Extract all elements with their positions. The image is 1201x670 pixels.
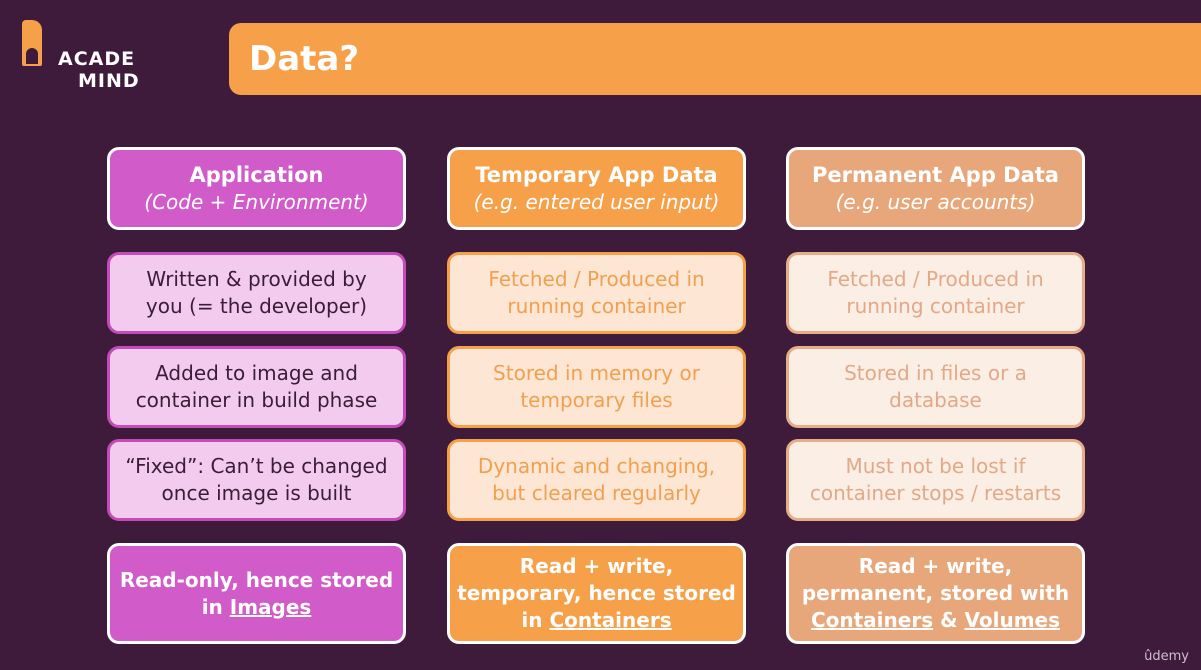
cell-line: container stops / restarts — [809, 481, 1062, 505]
cell-permanent-3: Must not be lost if container stops / re… — [786, 439, 1085, 521]
header-temporary-app-data: Temporary App Data (e.g. entered user in… — [447, 147, 746, 230]
footer-line: permanent, stored with — [801, 581, 1070, 605]
title-bar: Data? — [229, 23, 1201, 95]
cell-line: Fetched / Produced in — [488, 267, 705, 291]
cell-line: Stored in memory or — [493, 361, 700, 385]
footer-line: Read + write, — [519, 554, 674, 578]
volumes-link: Volumes — [964, 608, 1061, 632]
cell-line: running container — [846, 294, 1025, 318]
cell-line: you (= the developer) — [145, 294, 368, 318]
academind-logo: ACADE MIND — [22, 20, 152, 95]
footer-line: Read-only, hence stored — [119, 567, 394, 592]
logo-line1: ACADE — [58, 48, 136, 70]
cell-application-2: Added to image and container in build ph… — [107, 346, 406, 428]
containers-link: Containers — [549, 608, 672, 632]
containers-link: Containers — [810, 608, 934, 632]
footer-line: in Images — [202, 594, 312, 621]
cell-line: but cleared regularly — [492, 481, 701, 505]
footer-text: in — [201, 594, 230, 619]
header-subtitle: (e.g. entered user input) — [473, 189, 720, 214]
udemy-watermark: ûdemy — [1144, 649, 1189, 664]
footer-line: in Containers — [521, 607, 671, 634]
header-title: Temporary App Data — [475, 162, 718, 187]
cell-line: Written & provided by — [146, 267, 367, 291]
header-subtitle: (e.g. user accounts) — [835, 189, 1036, 214]
cell-temporary-2: Stored in memory or temporary files — [447, 346, 746, 428]
footer-permanent: Read + write, permanent, stored with Con… — [786, 543, 1085, 644]
cell-line: running container — [507, 294, 686, 318]
cell-application-1: Written & provided by you (= the develop… — [107, 252, 406, 334]
logo-line2: MIND — [78, 70, 140, 92]
footer-text: in — [521, 608, 550, 632]
footer-line: Containers & Volumes — [811, 607, 1060, 634]
footer-application: Read-only, hence stored in Images — [107, 543, 406, 644]
page-title: Data? — [249, 39, 360, 79]
cell-line: database — [889, 388, 982, 412]
footer-text: & — [933, 608, 965, 632]
footer-line: Read + write, — [858, 554, 1013, 578]
cell-line: Fetched / Produced in — [827, 267, 1044, 291]
footer-line: temporary, hence stored — [457, 581, 736, 605]
header-subtitle: (Code + Environment) — [144, 189, 369, 214]
cell-line: temporary files — [520, 388, 673, 412]
cell-line: Dynamic and changing, — [477, 454, 716, 478]
cell-temporary-1: Fetched / Produced in running container — [447, 252, 746, 334]
header-title: Permanent App Data — [812, 162, 1059, 187]
cell-line: Added to image and — [155, 361, 358, 385]
cell-permanent-2: Stored in files or a database — [786, 346, 1085, 428]
cell-line: “Fixed”: Can’t be changed — [125, 454, 388, 478]
cell-line: container in build phase — [135, 388, 378, 412]
logo-flag-icon — [22, 20, 42, 66]
cell-line: Stored in files or a — [844, 361, 1027, 385]
cell-application-3: “Fixed”: Can’t be changed once image is … — [107, 439, 406, 521]
cell-line: once image is built — [161, 481, 352, 505]
header-application: Application (Code + Environment) — [107, 147, 406, 230]
header-title: Application — [189, 162, 324, 187]
footer-temporary: Read + write, temporary, hence stored in… — [447, 543, 746, 644]
cell-permanent-1: Fetched / Produced in running container — [786, 252, 1085, 334]
cell-line: Must not be lost if — [845, 454, 1026, 478]
header-permanent-app-data: Permanent App Data (e.g. user accounts) — [786, 147, 1085, 230]
images-link: Images — [229, 594, 312, 619]
cell-temporary-3: Dynamic and changing, but cleared regula… — [447, 439, 746, 521]
